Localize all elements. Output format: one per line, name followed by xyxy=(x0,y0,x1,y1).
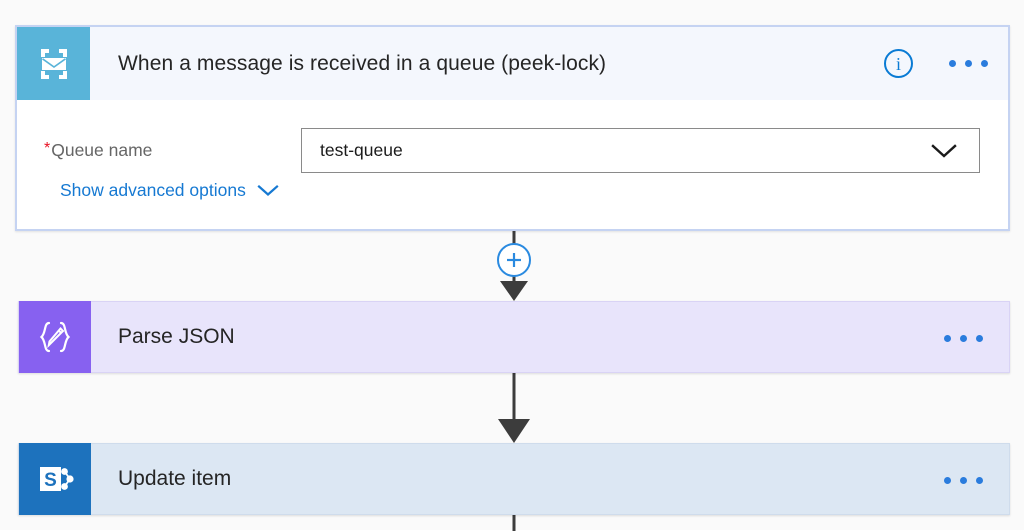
trigger-card-header[interactable]: When a message is received in a queue (p… xyxy=(17,27,1008,100)
trigger-header-actions: i xyxy=(884,27,990,100)
trigger-card[interactable]: When a message is received in a queue (p… xyxy=(15,25,1010,231)
trigger-more-menu-icon[interactable] xyxy=(947,54,990,73)
ellipsis-dot xyxy=(944,476,951,484)
ellipsis-dot xyxy=(981,60,988,67)
svg-text:S: S xyxy=(44,470,57,491)
sharepoint-icon: S xyxy=(19,443,91,515)
queue-name-label: *Queue name xyxy=(44,140,274,161)
action-more-menu-icon[interactable] xyxy=(942,471,985,490)
queue-name-label-text: Queue name xyxy=(51,140,153,160)
trigger-card-body: *Queue name test-queue Show advanced opt… xyxy=(17,100,1008,229)
ellipsis-dot xyxy=(960,476,967,484)
insert-step-button[interactable] xyxy=(497,243,531,277)
queue-name-value: test-queue xyxy=(320,140,403,160)
chevron-down-icon xyxy=(257,184,279,196)
action-title: Update item xyxy=(118,467,232,490)
show-advanced-options-link[interactable]: Show advanced options xyxy=(60,180,279,201)
queue-name-field-row: *Queue name test-queue xyxy=(44,128,980,173)
service-bus-queue-icon xyxy=(17,27,90,100)
queue-name-dropdown[interactable]: test-queue xyxy=(301,128,980,173)
designer-canvas: When a message is received in a queue (p… xyxy=(0,0,1024,531)
action-more-menu-icon[interactable] xyxy=(942,329,985,348)
action-card-update-item[interactable]: S Update item xyxy=(18,443,1010,515)
ellipsis-dot xyxy=(976,476,983,484)
action-header-actions xyxy=(942,302,985,374)
required-asterisk: * xyxy=(44,140,51,157)
action-title: Parse JSON xyxy=(118,325,235,348)
ellipsis-dot xyxy=(949,60,956,67)
ellipsis-dot xyxy=(976,334,983,342)
parse-json-icon xyxy=(19,301,91,373)
trigger-title: When a message is received in a queue (p… xyxy=(118,51,607,75)
ellipsis-dot xyxy=(944,334,951,342)
info-icon[interactable]: i xyxy=(884,49,913,78)
action-header-actions xyxy=(942,444,985,516)
show-advanced-options-label: Show advanced options xyxy=(60,180,246,200)
chevron-down-icon xyxy=(931,143,957,158)
ellipsis-dot xyxy=(965,60,972,67)
plus-icon xyxy=(507,253,521,267)
action-card-parse-json[interactable]: Parse JSON xyxy=(18,301,1010,373)
ellipsis-dot xyxy=(960,334,967,342)
